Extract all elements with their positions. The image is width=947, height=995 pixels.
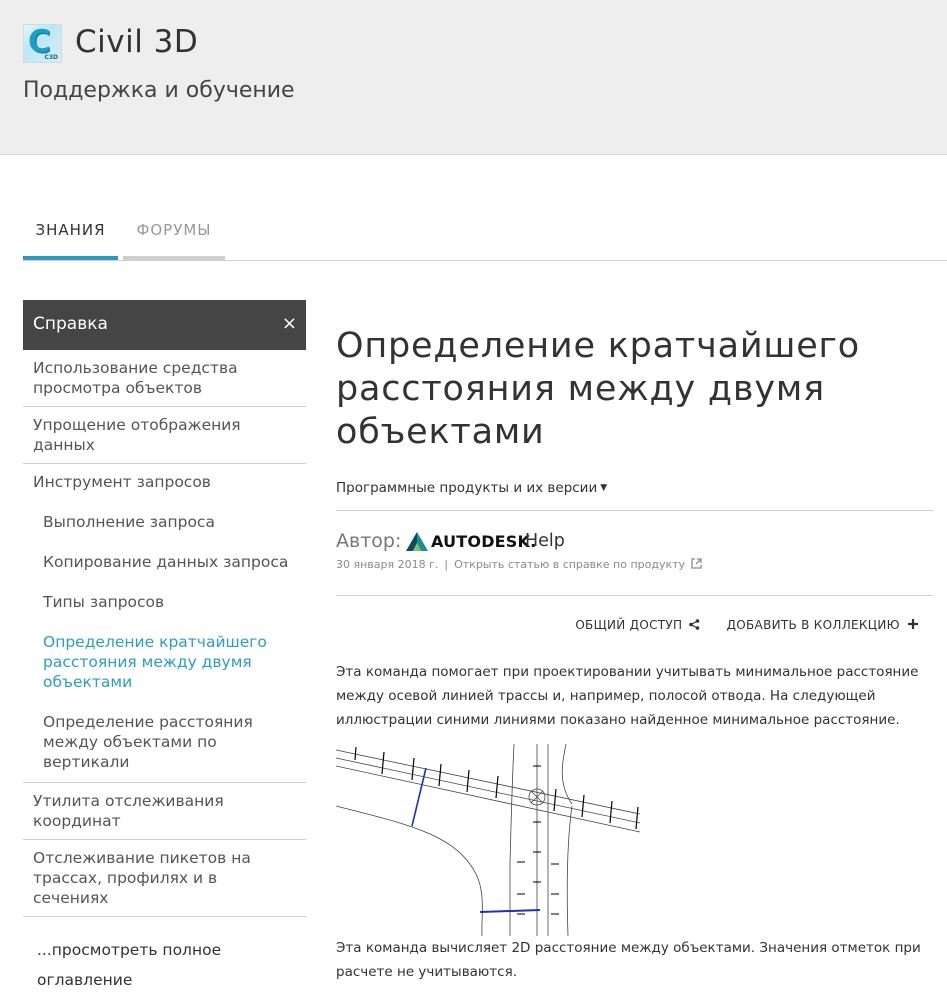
add-collection-label: ДОБАВИТЬ В КОЛЛЕКЦИЮ	[726, 618, 900, 632]
autodesk-wordmark: AUTODESK.	[431, 532, 537, 551]
share-label: ОБЩИЙ ДОСТУП	[575, 618, 683, 632]
sidebar-item-simplify-display[interactable]: Упрощение отображения данных	[23, 407, 306, 464]
site-header: C C3D Civil 3D Поддержка и обучение	[0, 0, 947, 155]
divider	[336, 510, 933, 511]
sidebar-item-station-tracker[interactable]: Отслеживание пикетов на трассах, профиля…	[23, 840, 306, 917]
sidebar-item-inquiry-tool[interactable]: Инструмент запросов	[23, 464, 306, 502]
sidebar-item-vertical-distance[interactable]: Определение расстояния между объектами п…	[23, 702, 306, 782]
plus-icon	[908, 619, 918, 629]
help-wordmark: Help	[525, 531, 565, 551]
products-label: Программные продукты и их версии	[336, 480, 598, 496]
open-in-product-help-link[interactable]: Открыть статью в справке по продукту	[454, 558, 685, 571]
article: Определение кратчайшего расстояния между…	[336, 300, 933, 980]
divider	[336, 595, 933, 596]
article-actions: ОБЩИЙ ДОСТУП ДОБАВИТЬ В КОЛЛЕКЦИЮ	[553, 618, 918, 632]
article-paragraph: Эта команда помогает при проектировании …	[336, 664, 919, 728]
sidebar-group-inquiry-tool: Инструмент запросов Выполнение запроса К…	[23, 464, 306, 783]
author-label: Автор:	[336, 530, 402, 552]
tab-bar: ЗНАНИЯ ФОРУМЫ	[23, 212, 947, 261]
page-title: Определение кратчайшего расстояния между…	[336, 326, 860, 452]
add-to-collection-button[interactable]: ДОБАВИТЬ В КОЛЛЕКЦИЮ	[727, 618, 918, 632]
shortest-distance-illustration	[336, 744, 641, 936]
article-date: 30 января 2018 г.	[336, 558, 439, 571]
sidebar-title: Справка	[33, 314, 108, 334]
product-title[interactable]: Civil 3D	[75, 24, 198, 60]
help-sidebar: Справка × Использование средства просмот…	[23, 300, 306, 995]
autodesk-logo-icon	[406, 532, 428, 551]
civil3d-logo-icon[interactable]: C C3D	[23, 24, 62, 63]
close-icon[interactable]: ×	[282, 313, 297, 334]
meta-separator: |	[444, 558, 449, 571]
full-toc-link[interactable]: ...просмотреть полное оглавление	[23, 917, 306, 995]
share-icon	[689, 619, 700, 630]
tab-knowledge[interactable]: ЗНАНИЯ	[23, 212, 118, 260]
sidebar-item-copy-inquiry-data[interactable]: Копирование данных запроса	[23, 542, 306, 582]
caret-down-icon: ▼	[600, 483, 608, 493]
sidebar-item-shortest-distance[interactable]: Определение кратчайшего расстояния между…	[23, 622, 306, 702]
tab-forums[interactable]: ФОРУМЫ	[123, 212, 225, 260]
sidebar-item-run-inquiry[interactable]: Выполнение запроса	[23, 502, 306, 542]
sidebar-header: Справка ×	[23, 300, 306, 350]
products-versions-dropdown[interactable]: Программные продукты и их версии ▼	[336, 480, 607, 496]
article-paragraph: Эта команда вычисляет 2D расстояние межд…	[336, 940, 921, 980]
sidebar-item-coordinate-tracker[interactable]: Утилита отслеживания координат	[23, 783, 306, 840]
sidebar-item-object-viewer[interactable]: Использование средства просмотра объекто…	[23, 350, 306, 407]
article-meta: 30 января 2018 г. | Открыть статью в справ…	[336, 558, 702, 571]
share-button[interactable]: ОБЩИЙ ДОСТУП	[575, 618, 704, 632]
logo-sub: C3D	[44, 54, 58, 61]
support-subtitle: Поддержка и обучение	[23, 78, 295, 103]
external-link-icon[interactable]	[690, 558, 702, 569]
sidebar-item-inquiry-types[interactable]: Типы запросов	[23, 582, 306, 622]
